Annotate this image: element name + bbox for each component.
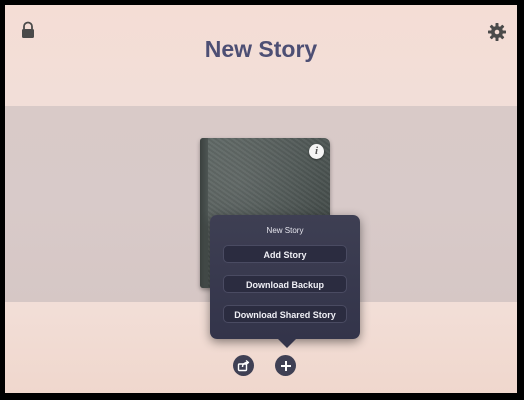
download-shared-story-button[interactable]: Download Shared Story (223, 305, 347, 323)
download-backup-button[interactable]: Download Backup (223, 275, 347, 293)
info-icon[interactable]: i (309, 144, 324, 159)
top-bar: New Story (5, 5, 517, 105)
new-story-popover: New Story Add Story Download Backup Down… (210, 215, 360, 348)
gear-icon[interactable] (487, 22, 507, 42)
plus-icon[interactable] (275, 355, 296, 376)
add-story-button[interactable]: Add Story (223, 245, 347, 263)
share-icon[interactable] (233, 355, 254, 376)
book-spine (200, 138, 208, 288)
page-title: New Story (204, 36, 318, 62)
popover-title: New Story (266, 226, 304, 235)
app-window: New Story i New Story Add Story Download… (5, 5, 517, 393)
